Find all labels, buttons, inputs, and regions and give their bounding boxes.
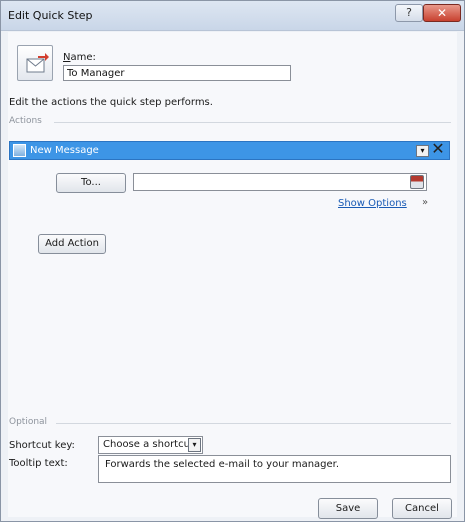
- actions-group-divider: [54, 122, 451, 123]
- title-bar[interactable]: Edit Quick Step ? ✕: [1, 1, 464, 31]
- optional-group-label: Optional: [9, 417, 48, 427]
- name-label: Name:: [63, 52, 96, 63]
- quick-step-icon-graphic: [26, 53, 49, 73]
- optional-group-divider: [56, 423, 451, 424]
- tooltip-text-label: Tooltip text:: [9, 458, 68, 469]
- to-button[interactable]: To...: [56, 173, 126, 193]
- new-message-icon: [13, 144, 26, 157]
- action-label: New Message: [30, 145, 99, 156]
- chevron-down-icon[interactable]: ▾: [416, 145, 429, 157]
- help-button[interactable]: ?: [395, 4, 423, 22]
- chevron-down-icon[interactable]: ▾: [188, 438, 201, 452]
- double-chevron-icon[interactable]: »: [422, 197, 428, 208]
- tooltip-text-field[interactable]: Forwards the selected e-mail to your man…: [98, 455, 451, 483]
- actions-group-label: Actions: [9, 116, 42, 126]
- close-button[interactable]: ✕: [423, 4, 461, 22]
- save-button[interactable]: Save: [318, 498, 378, 519]
- shortcut-key-label: Shortcut key:: [9, 440, 75, 451]
- recipients-field[interactable]: [133, 173, 427, 191]
- instruction-text: Edit the actions the quick step performs…: [9, 97, 213, 108]
- remove-action-icon[interactable]: ✕: [430, 140, 446, 158]
- show-options-link[interactable]: Show Options: [338, 198, 407, 209]
- action-selector-new-message[interactable]: New Message ▾: [9, 141, 450, 160]
- edit-quick-step-dialog: Edit Quick Step ? ✕ Name: Edit the actio…: [0, 0, 465, 522]
- shortcut-key-select[interactable]: Choose a shortcut ▾: [98, 436, 203, 454]
- address-book-icon[interactable]: [410, 175, 424, 189]
- add-action-button[interactable]: Add Action: [38, 234, 106, 254]
- dialog-body: Name: Edit the actions the quick step pe…: [8, 32, 457, 519]
- shortcut-value: Choose a shortcut: [103, 439, 194, 450]
- name-field[interactable]: [63, 65, 291, 81]
- cancel-button[interactable]: Cancel: [392, 498, 452, 519]
- dialog-title: Edit Quick Step: [8, 9, 93, 22]
- quick-step-icon[interactable]: [17, 45, 53, 81]
